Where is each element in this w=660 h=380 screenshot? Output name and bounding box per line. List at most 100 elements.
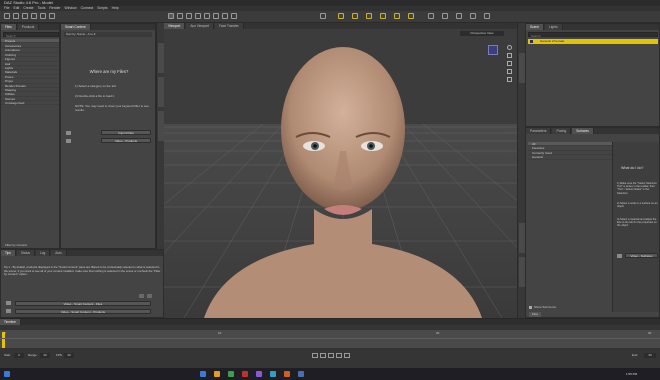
tab-tips[interactable]: Tips [1, 250, 16, 256]
import-files-button[interactable]: Import Files [101, 130, 151, 135]
tab-surfaces[interactable]: Surfaces [572, 128, 594, 134]
step-back-icon[interactable] [320, 353, 326, 358]
translate-tool-icon[interactable] [195, 13, 201, 19]
tab-posing[interactable]: Posing [552, 128, 572, 134]
taskbar-app-icon[interactable] [284, 371, 290, 377]
show-sub-items-checkbox[interactable] [529, 306, 532, 309]
tab-timeline[interactable]: Timeline [0, 319, 21, 325]
category-item[interactable]: Uncategorized [1, 101, 59, 106]
timeline-track[interactable]: 0 10 20 30 [0, 329, 660, 349]
redo-icon[interactable] [40, 13, 46, 19]
go-to-start-icon[interactable] [312, 353, 318, 358]
fps-field[interactable]: 30 [64, 353, 74, 358]
os-taskbar: 1:55 PM [0, 368, 660, 380]
null-icon[interactable] [380, 13, 386, 19]
step-forward-icon[interactable] [336, 353, 342, 358]
video-surfaces-button[interactable]: Video - Surfaces [625, 253, 658, 258]
video-smart-content-products-button[interactable]: Video - Smart Content - Products [15, 309, 151, 314]
taskbar-app-icon[interactable] [256, 371, 262, 377]
render-icon[interactable] [49, 13, 55, 19]
show-sub-items-label: Show Sub Items [534, 305, 556, 309]
next-tip-icon[interactable] [147, 294, 152, 298]
scene-render [164, 29, 522, 318]
taskbar-app-icon[interactable] [214, 371, 220, 377]
prop-icon[interactable] [408, 13, 414, 19]
interface-icon[interactable] [456, 13, 462, 19]
search-placeholder: Search [6, 34, 16, 38]
tab-scene[interactable]: Scene [526, 24, 545, 30]
start-field[interactable]: 0 [14, 353, 24, 358]
smart-content-panel: Smart Content Sort by: Name - A to Z Whe… [60, 23, 156, 249]
tick-label-0: 0 [4, 331, 6, 335]
new-file-icon[interactable] [4, 13, 10, 19]
filter-by-context-label[interactable]: Filter by Context [5, 243, 27, 247]
scene-search-input[interactable]: Search [528, 32, 658, 38]
figure-icon[interactable] [394, 13, 400, 19]
pan-icon[interactable] [507, 53, 512, 58]
camera-select[interactable]: Perspective View [460, 31, 504, 36]
primitive-icon[interactable] [352, 13, 358, 19]
save-icon[interactable] [22, 13, 28, 19]
visibility-eye-icon[interactable] [530, 40, 533, 43]
category-list: Accessories Animations Clothing Figures Hair… [1, 44, 59, 106]
scale-tool-icon[interactable] [204, 13, 210, 19]
tab-parameters[interactable]: Parameters [526, 128, 552, 134]
surfaces-panel: Parameters Posing Surfaces All Favorites C… [525, 127, 660, 318]
scene-node-genesis-2-female[interactable]: Genesis 2 Female [528, 39, 658, 44]
surface-tool-icon[interactable] [222, 13, 228, 19]
preferences-icon[interactable] [484, 13, 490, 19]
joint-editor-icon[interactable] [213, 13, 219, 19]
group-icon[interactable] [366, 13, 372, 19]
tab-files[interactable]: Files [1, 24, 17, 30]
tab-smart-content[interactable]: Smart Content [61, 24, 91, 30]
category-header[interactable]: Presets [1, 39, 59, 44]
dolly-icon[interactable] [507, 69, 512, 74]
taskbar-app-icon[interactable] [242, 371, 248, 377]
open-file-icon[interactable] [13, 13, 19, 19]
tab-auto[interactable]: Auto [51, 250, 67, 256]
right-dock-strip [517, 23, 525, 318]
taskbar-app-icon[interactable] [200, 371, 206, 377]
tab-products[interactable]: Products [17, 24, 40, 30]
zoom-icon[interactable] [507, 61, 512, 66]
taskbar-app-icon[interactable] [298, 371, 304, 377]
camera-icon[interactable] [320, 13, 326, 19]
go-to-end-icon[interactable] [344, 353, 350, 358]
undo-icon[interactable] [31, 13, 37, 19]
scene-panel: Scene Lights Search Genesis 2 Female [525, 23, 660, 127]
tab-lights[interactable]: Lights [545, 24, 563, 30]
help-step-1: 1) Make sure the "Select Selection Tool"… [617, 182, 657, 195]
tab-log[interactable]: Log [35, 250, 51, 256]
timeline-panel: Timeline 0 10 20 30 Start 0 Range 30 FPS… [0, 318, 660, 368]
tips-panel: Tips Status Log Auto Tip 1 - By default,… [0, 249, 164, 318]
play-icon[interactable] [328, 353, 334, 358]
end-field[interactable]: 30 [644, 353, 656, 358]
sort-dropdown[interactable]: Sort by: Name - A to Z [64, 32, 152, 37]
surface-group-row[interactable]: General [528, 155, 612, 160]
start-icon[interactable] [4, 371, 10, 377]
category-search-input[interactable]: Search [3, 32, 59, 38]
view-cube-icon[interactable] [488, 45, 498, 55]
node-selection-tool-icon[interactable] [168, 13, 174, 19]
viewport[interactable]: Viewport Aux Viewport Face Transfer Pers… [164, 23, 522, 318]
tick-label-20: 20 [436, 331, 440, 335]
tab-tools[interactable]: Files [529, 312, 541, 317]
video-smart-content-files-button[interactable]: Video - Smart Content - Files [15, 301, 151, 306]
orbit-icon[interactable] [507, 45, 512, 50]
content-help-heading: Where are my Files? [89, 69, 129, 74]
spot-render-icon[interactable] [231, 13, 237, 19]
rotate-tool-icon[interactable] [186, 13, 192, 19]
tab-status[interactable]: Status [16, 250, 35, 256]
render-settings-icon[interactable] [428, 13, 434, 19]
render-library-icon[interactable] [442, 13, 448, 19]
taskbar-app-icon[interactable] [270, 371, 276, 377]
video-icon [6, 301, 11, 305]
previous-tip-icon[interactable] [139, 294, 144, 298]
light-icon[interactable] [338, 13, 344, 19]
video-products-button[interactable]: Video - Products [101, 138, 151, 143]
layout-icon[interactable] [470, 13, 476, 19]
taskbar-app-icon[interactable] [228, 371, 234, 377]
universal-tool-icon[interactable] [177, 13, 183, 19]
frame-icon[interactable] [507, 77, 512, 82]
range-field[interactable]: 30 [40, 353, 50, 358]
